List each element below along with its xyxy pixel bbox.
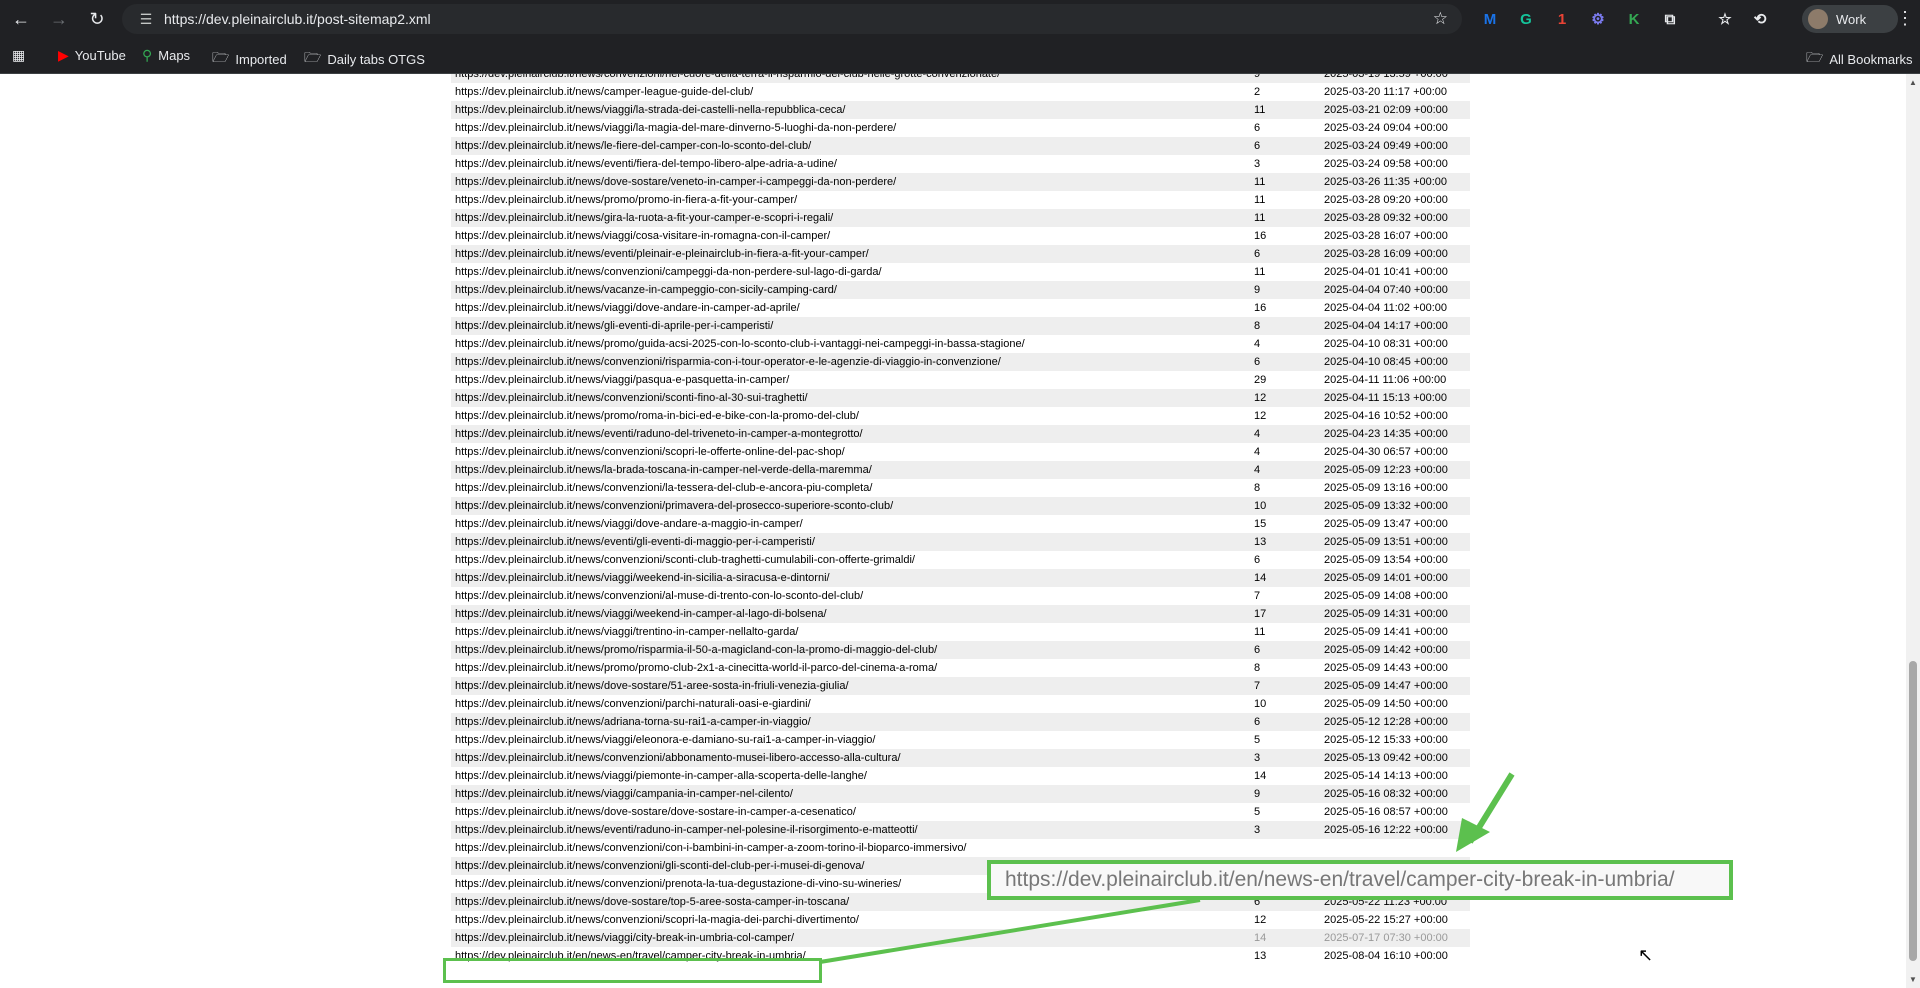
connector-line	[819, 898, 1201, 964]
annotation-overlay	[819, 772, 1515, 964]
zoomed-url-callout: https://dev.pleinairclub.it/en/news-en/t…	[987, 860, 1733, 900]
mouse-cursor-icon: ↖	[1638, 945, 1654, 965]
zoomed-url-text: https://dev.pleinairclub.it/en/news-en/t…	[1005, 868, 1675, 891]
